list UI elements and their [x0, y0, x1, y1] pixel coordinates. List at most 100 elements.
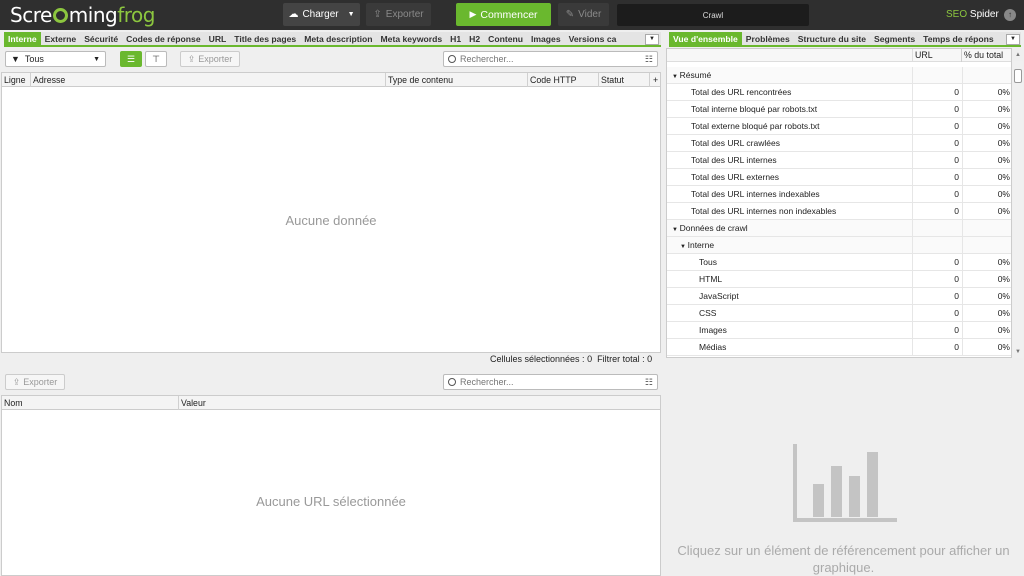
expand-triangle-icon[interactable]: ▼: [672, 227, 680, 233]
scroll-up-icon[interactable]: ▲: [1013, 52, 1023, 58]
filter-icon: ▼: [11, 54, 20, 64]
clear-button[interactable]: ✎ Vider: [558, 3, 609, 26]
overview-row[interactable]: Total des URL internes non indexables 0 0%: [667, 203, 1011, 220]
tab-0[interactable]: Interne: [4, 32, 41, 45]
caret-down-icon: ▼: [347, 11, 355, 18]
overview-row-percent: 0%: [962, 169, 1011, 186]
tab-11[interactable]: Images: [527, 32, 565, 45]
column-header-type[interactable]: Type de contenu: [386, 73, 528, 87]
tab-2[interactable]: Sécurité: [80, 32, 122, 45]
main-table-header: Ligne Adresse Type de contenu Code HTTP …: [2, 73, 660, 87]
overview-row-percent: 0%: [962, 203, 1011, 220]
overview-row[interactable]: JavaScript 0 0%: [667, 288, 1011, 305]
tabs-overflow-dropdown[interactable]: ▼: [645, 34, 659, 45]
overview-row-percent: 0%: [962, 152, 1011, 169]
export-button[interactable]: ⇪ Exporter: [366, 3, 431, 26]
tree-view-button[interactable]: ⊤: [145, 51, 167, 67]
column-header-ligne[interactable]: Ligne: [2, 73, 31, 87]
overview-row[interactable]: Total externe bloqué par robots.txt 0 0%: [667, 118, 1011, 135]
tab-1[interactable]: Externe: [41, 32, 81, 45]
expand-triangle-icon[interactable]: ▼: [672, 74, 680, 80]
tab-7[interactable]: Meta keywords: [377, 32, 447, 45]
overview-tab-4[interactable]: Temps de répons: [919, 32, 998, 45]
main-table: Ligne Adresse Type de contenu Code HTTP …: [1, 72, 661, 353]
sliders-icon[interactable]: ☷: [645, 377, 653, 388]
overview-row[interactable]: CSS 0 0%: [667, 305, 1011, 322]
overview-row-url-count: 0: [912, 135, 962, 152]
overview-scrollbar[interactable]: ▲ ▼: [1013, 52, 1023, 358]
bar-chart-icon: [793, 444, 897, 522]
column-header-valeur[interactable]: Valeur: [179, 396, 661, 410]
overview-tab-1[interactable]: Problèmes: [742, 32, 794, 45]
overview-row[interactable]: ▼ Données de crawl: [667, 220, 1011, 237]
overview-row-url-count: 0: [912, 186, 962, 203]
column-header-code-http[interactable]: Code HTTP: [528, 73, 599, 87]
column-header-percent[interactable]: % du total: [962, 49, 1011, 62]
overview-row-url-count: [912, 220, 962, 237]
overview-row-label: Total externe bloqué par robots.txt: [691, 121, 820, 131]
tab-9[interactable]: H2: [465, 32, 484, 45]
overview-row-label: Interne: [687, 240, 715, 250]
column-header-adresse[interactable]: Adresse: [31, 73, 386, 87]
overview-row[interactable]: Total des URL internes 0 0%: [667, 152, 1011, 169]
search-icon: [448, 378, 456, 386]
overview-row-percent: 0%: [962, 186, 1011, 203]
sliders-icon[interactable]: ☷: [645, 54, 653, 65]
overview-row-percent: 0%: [962, 322, 1011, 339]
overview-row[interactable]: Images 0 0%: [667, 322, 1011, 339]
overview-row-label: Total des URL externes: [691, 172, 780, 182]
overview-row-url-count: 0: [912, 305, 962, 322]
column-header-url[interactable]: URL: [912, 49, 962, 62]
column-header-nom[interactable]: Nom: [2, 396, 179, 410]
overview-row[interactable]: HTML 0 0%: [667, 271, 1011, 288]
overview-row-url-count: 0: [912, 203, 962, 220]
tab-6[interactable]: Meta description: [300, 32, 376, 45]
list-icon: ☰: [126, 53, 136, 64]
tab-8[interactable]: H1: [446, 32, 465, 45]
overview-row[interactable]: Total des URL crawlées 0 0%: [667, 135, 1011, 152]
table-export-button[interactable]: ⇪ Exporter: [180, 51, 240, 67]
right-tabs-overflow-dropdown[interactable]: ▼: [1006, 34, 1020, 45]
overview-row[interactable]: Total interne bloqué par robots.txt 0 0%: [667, 101, 1011, 118]
tab-5[interactable]: Title des pages: [230, 32, 300, 45]
overview-row-label: Total des URL internes non indexables: [691, 206, 837, 216]
update-icon[interactable]: ↑: [1004, 9, 1016, 21]
clear-icon: ✎: [565, 9, 575, 20]
filter-dropdown[interactable]: ▼ Tous ▼: [5, 51, 106, 67]
overview-row-percent: [962, 67, 1011, 84]
add-column-icon[interactable]: +: [650, 73, 662, 87]
overview-tab-0[interactable]: Vue d'ensemble: [669, 32, 742, 45]
overview-row[interactable]: ▼ Résumé: [667, 67, 1011, 84]
overview-row-percent: 0%: [962, 135, 1011, 152]
overview-row[interactable]: Total des URL rencontrées 0 0%: [667, 84, 1011, 101]
scroll-down-icon[interactable]: ▼: [1013, 349, 1023, 355]
overview-row-label: Total des URL internes: [691, 155, 777, 165]
overview-row[interactable]: ▼ Interne: [667, 237, 1011, 254]
expand-triangle-icon[interactable]: ▼: [680, 244, 688, 250]
overview-row[interactable]: Total des URL externes 0 0%: [667, 169, 1011, 186]
overview-tab-2[interactable]: Structure du site: [794, 32, 870, 45]
empty-detail-message: Aucune URL sélectionnée: [256, 494, 406, 509]
tab-4[interactable]: URL: [205, 32, 231, 45]
tab-3[interactable]: Codes de réponse: [122, 32, 205, 45]
scrollbar-thumb[interactable]: [1014, 69, 1022, 83]
detail-export-button[interactable]: ⇪ Exporter: [5, 374, 65, 390]
overview-tab-3[interactable]: Segments: [870, 32, 919, 45]
top-bar: Scre mingfrog ☁ Charger ▼ ⇪ Exporter ▶ Co…: [0, 0, 1024, 30]
table-search-input[interactable]: [460, 54, 641, 64]
load-button[interactable]: ☁ Charger ▼: [283, 3, 360, 26]
overview-row[interactable]: Tous 0 0%: [667, 254, 1011, 271]
tab-10[interactable]: Contenu: [484, 32, 527, 45]
overview-row-url-count: 0: [912, 169, 962, 186]
tab-12[interactable]: Versions ca: [565, 32, 621, 45]
detail-search-input[interactable]: [460, 377, 641, 387]
overview-row-url-count: [912, 67, 962, 84]
crawl-url-field[interactable]: Crawl: [617, 4, 809, 26]
overview-row[interactable]: Médias 0 0%: [667, 339, 1011, 356]
column-header-statut[interactable]: Statut: [599, 73, 650, 87]
list-view-button[interactable]: ☰: [120, 51, 142, 67]
overview-row[interactable]: Total des URL internes indexables 0 0%: [667, 186, 1011, 203]
start-crawl-button[interactable]: ▶ Commencer: [456, 3, 551, 26]
overview-row-url-count: 0: [912, 118, 962, 135]
overview-row-url-count: 0: [912, 339, 962, 356]
